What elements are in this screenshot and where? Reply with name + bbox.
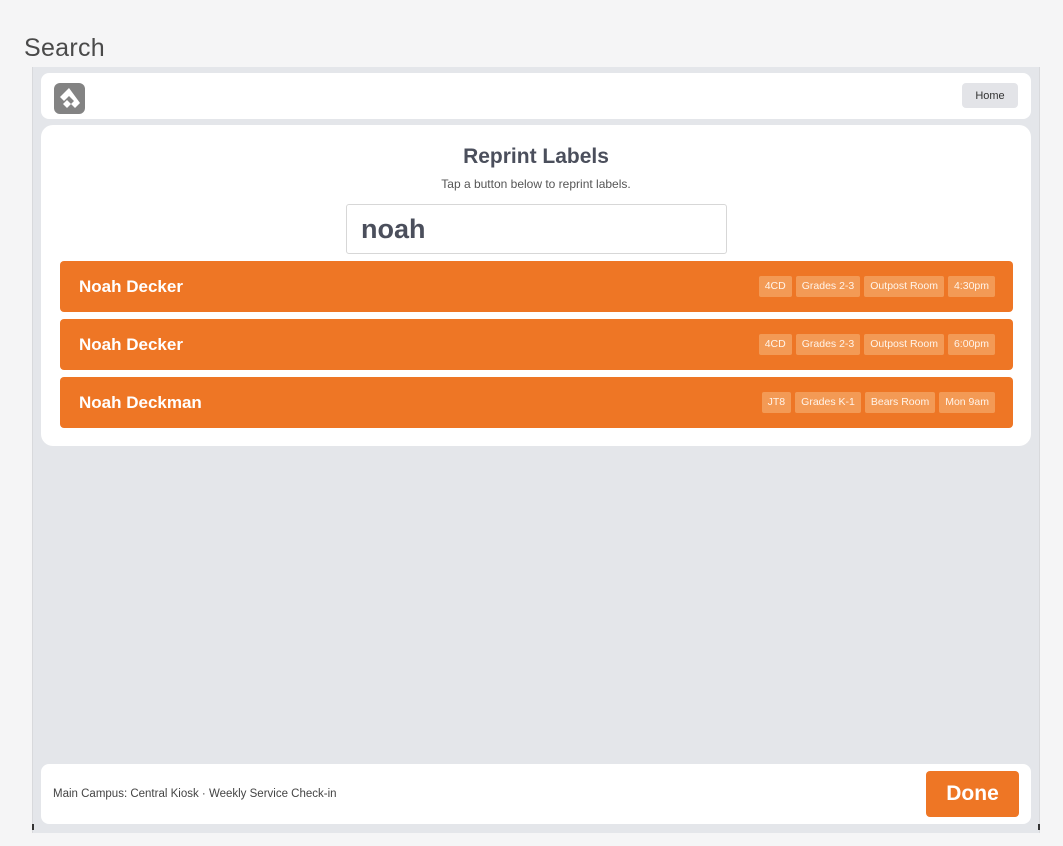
page-title: Reprint Labels — [463, 145, 609, 168]
reprint-panel: Reprint Labels Tap a button below to rep… — [41, 125, 1031, 446]
chip-security-code: 4CD — [758, 276, 792, 297]
result-row[interactable]: Noah Decker 4CD Grades 2-3 Outpost Room … — [60, 319, 1013, 370]
chip-schedule: Mon 9am — [939, 392, 995, 413]
chip-location: Outpost Room — [864, 334, 944, 355]
kiosk-info: Main Campus: Central Kiosk · Weekly Serv… — [53, 788, 337, 800]
chip-group: Grades K-1 — [795, 392, 861, 413]
chip-security-code: 4CD — [758, 334, 792, 355]
frame-corner-left — [32, 824, 34, 830]
result-chips: 4CD Grades 2-3 Outpost Room 4:30pm — [758, 276, 995, 297]
chip-group: Grades 2-3 — [795, 334, 861, 355]
top-bar: Home — [41, 73, 1031, 119]
rock-logo-icon[interactable] — [54, 83, 85, 114]
chip-location: Outpost Room — [864, 276, 944, 297]
kiosk-frame: Home Reprint Labels Tap a button below t… — [32, 67, 1040, 833]
chip-group: Grades 2-3 — [795, 276, 861, 297]
page-heading: Search — [24, 34, 106, 62]
chip-security-code: JT8 — [761, 392, 792, 413]
results-list: Noah Decker 4CD Grades 2-3 Outpost Room … — [60, 261, 1013, 435]
chip-schedule: 6:00pm — [947, 334, 995, 355]
page-subtitle: Tap a button below to reprint labels. — [441, 177, 631, 191]
done-button[interactable]: Done — [926, 771, 1019, 817]
result-chips: 4CD Grades 2-3 Outpost Room 6:00pm — [758, 334, 995, 355]
result-row[interactable]: Noah Decker 4CD Grades 2-3 Outpost Room … — [60, 261, 1013, 312]
search-input[interactable] — [346, 204, 727, 254]
home-button[interactable]: Home — [962, 83, 1018, 108]
frame-corner-right — [1038, 824, 1040, 830]
chip-location: Bears Room — [864, 392, 936, 413]
footer-bar: Main Campus: Central Kiosk · Weekly Serv… — [41, 764, 1031, 824]
chip-schedule: 4:30pm — [947, 276, 995, 297]
result-chips: JT8 Grades K-1 Bears Room Mon 9am — [761, 392, 995, 413]
result-row[interactable]: Noah Deckman JT8 Grades K-1 Bears Room M… — [60, 377, 1013, 428]
result-name: Noah Decker — [79, 277, 183, 296]
result-name: Noah Decker — [79, 335, 183, 354]
result-name: Noah Deckman — [79, 393, 202, 412]
